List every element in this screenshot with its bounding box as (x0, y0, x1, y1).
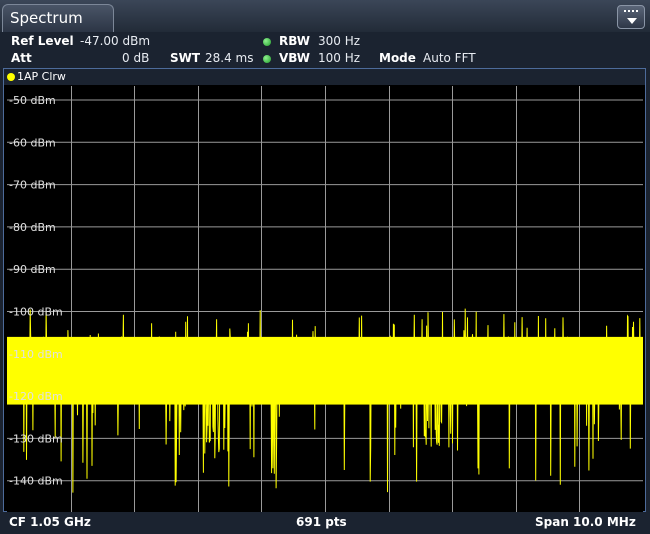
trace-label: 1AP Clrw (17, 70, 66, 83)
swt-value: 28.4 ms (205, 51, 254, 65)
status-footer: CF 1.05 GHz 691 pts Span 10.0 MHz (0, 512, 650, 534)
tab-spectrum[interactable]: Spectrum (2, 4, 114, 32)
chevron-down-icon (627, 18, 637, 24)
att-value: 0 dB (122, 51, 150, 65)
frequency-span: Span 10.0 MHz (535, 515, 636, 529)
y-tick-label: -120 dBm (9, 390, 63, 403)
menu-dots-icon (624, 10, 638, 16)
tab-spectrum-label: Spectrum (10, 9, 83, 27)
menu-button[interactable] (617, 5, 645, 29)
rbw-value: 300 Hz (318, 34, 361, 48)
ref-level-label: Ref Level (11, 34, 74, 48)
y-tick-label: -70 dBm (9, 179, 56, 192)
trace-header: 1AP Clrw (4, 69, 645, 85)
settings-panel: Ref Level -47.00 dBm Att 0 dB SWT 28.4 m… (0, 32, 650, 68)
mode-label: Mode (379, 51, 416, 65)
y-tick-label: -90 dBm (9, 263, 56, 276)
rbw-label: RBW (279, 34, 310, 48)
trace-color-dot-icon (7, 73, 15, 81)
vbw-label: VBW (279, 51, 311, 65)
mode-value: Auto FFT (423, 51, 476, 65)
y-tick-label: -50 dBm (9, 94, 56, 107)
y-tick-label: -80 dBm (9, 221, 56, 234)
top-bar: Spectrum (0, 0, 650, 32)
vbw-value: 100 Hz (318, 51, 361, 65)
spectrum-plot[interactable]: -50 dBm -60 dBm -70 dBm -80 dBm -90 dBm -100 … (7, 86, 643, 512)
y-tick-label: -140 dBm (9, 475, 63, 488)
ref-level-value: -47.00 dBm (80, 34, 151, 48)
sweep-points: 691 pts (296, 515, 347, 529)
y-tick-label: -130 dBm (9, 432, 63, 445)
att-label: Att (11, 51, 32, 65)
center-frequency: CF 1.05 GHz (9, 515, 91, 529)
y-tick-label: -60 dBm (9, 136, 56, 149)
rbw-status-led-icon (263, 38, 271, 46)
y-tick-label: -110 dBm (9, 348, 63, 361)
y-tick-label: -100 dBm (9, 306, 63, 319)
swt-label: SWT (170, 51, 201, 65)
vbw-status-led-icon (263, 55, 271, 63)
